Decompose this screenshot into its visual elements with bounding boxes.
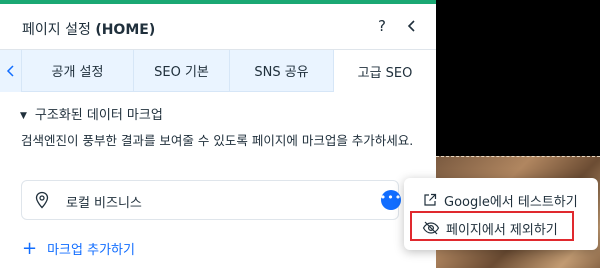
tab-scroll-left-button[interactable] xyxy=(0,50,22,92)
add-markup-label: 마크업 추가하기 xyxy=(47,243,135,258)
collapse-triangle-icon: ▼ xyxy=(20,111,27,121)
panel-title-page: (HOME) xyxy=(95,22,156,38)
help-icon[interactable]: ? xyxy=(378,18,386,34)
more-dots-icon: ••• xyxy=(379,191,403,204)
markup-item-row[interactable]: 로컬 비즈니스 ••• xyxy=(21,180,403,220)
section-heading[interactable]: ▼ 구조화된 데이터 마크업 xyxy=(20,104,163,123)
plus-icon: + xyxy=(22,237,38,259)
tab-social-share[interactable]: SNS 공유 xyxy=(230,50,334,92)
markup-item-label: 로컬 비즈니스 xyxy=(66,196,142,211)
tab-seo-basic[interactable]: SEO 기본 xyxy=(134,50,230,92)
highlight-box xyxy=(410,211,574,241)
test-in-google-label: Google에서 테스트하기 xyxy=(444,194,578,210)
panel-header: 페이지 설정 (HOME) ? xyxy=(0,4,436,49)
chevron-left-icon[interactable] xyxy=(404,18,420,34)
panel-title: 페이지 설정 (HOME) xyxy=(22,19,155,39)
chevron-left-icon xyxy=(6,65,14,77)
section-heading-text: 구조화된 데이터 마크업 xyxy=(34,108,163,123)
tab-visibility[interactable]: 공개 설정 xyxy=(22,50,134,92)
section-boundary-line xyxy=(436,156,600,157)
panel-title-text: 페이지 설정 xyxy=(22,22,91,38)
add-markup-link[interactable]: + 마크업 추가하기 xyxy=(22,239,135,258)
tab-bar: 공개 설정 SEO 기본 SNS 공유 고급 SEO xyxy=(0,50,436,92)
tab-advanced-seo[interactable]: 고급 SEO xyxy=(334,50,436,92)
more-actions-button[interactable]: ••• xyxy=(379,190,403,210)
location-pin-icon xyxy=(35,191,49,209)
section-description: 검색엔진이 풍부한 결과를 보여줄 수 있도록 페이지에 마크업을 추가하세요. xyxy=(21,133,414,148)
external-link-icon xyxy=(424,193,437,206)
page-settings-panel: 페이지 설정 (HOME) ? 공개 설정 SEO 기본 SNS 공유 고급 S… xyxy=(0,0,436,268)
